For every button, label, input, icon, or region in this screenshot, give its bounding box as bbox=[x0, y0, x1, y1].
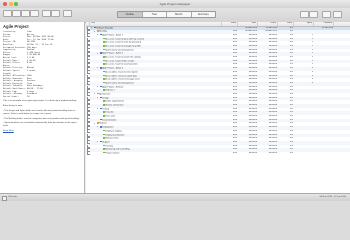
note-paragraph: A few things to note: bbox=[3, 105, 23, 108]
property-value: 14 bbox=[27, 95, 30, 98]
note-paragraph: This is an example of an agile style pro… bbox=[3, 100, 77, 103]
task-sprint bbox=[294, 152, 314, 156]
note-paragraph: - The Backlog field is used to categoriz… bbox=[3, 117, 80, 120]
task-start: 00:00:00 bbox=[248, 151, 257, 154]
task-title: Agile Project - Sprint 3 bbox=[102, 67, 123, 70]
unlink-button[interactable] bbox=[51, 10, 60, 17]
task-title-cell: Project Closure bbox=[90, 151, 222, 156]
tab-outline[interactable]: Outline bbox=[118, 11, 143, 17]
task-title: Monitoring and Controlling bbox=[105, 148, 130, 151]
project-properties: Created by: John Status: Active Starts: Mon, … bbox=[3, 31, 81, 98]
property-key: Sprint Count: bbox=[3, 95, 19, 98]
tab-tree[interactable]: Tree bbox=[143, 11, 167, 17]
task-outline: Title Effort Start Finish Done Sprint De… bbox=[86, 22, 350, 193]
date-range: 04 Nov 2013 - 13 Jun 2014 bbox=[319, 196, 346, 199]
tab-month[interactable]: Month bbox=[167, 11, 192, 17]
task-count: 166 tasks bbox=[8, 196, 18, 199]
print-button[interactable] bbox=[333, 10, 342, 18]
toolbar: Outline Tree Month Summary bbox=[0, 8, 350, 23]
task-title: Documentation bbox=[102, 119, 117, 122]
task-title: Architecture bbox=[99, 93, 111, 96]
task-title: Release notes bbox=[105, 137, 119, 140]
outline-rows: ▾ Software Example 04 Nov 2013 13 Jun 2014 0… bbox=[86, 26, 350, 156]
task-finish: 00:00:00 bbox=[268, 151, 277, 154]
task-effort: 0.00 bbox=[232, 151, 237, 154]
task-title: Sprint review and retrospective bbox=[105, 49, 134, 52]
outdent-button[interactable] bbox=[30, 10, 39, 17]
property-row: Sprint Count: 14 bbox=[3, 96, 81, 99]
task-deadline bbox=[314, 152, 334, 156]
task-title: Deployment bbox=[102, 126, 114, 129]
view-switcher: Outline Tree Month Summary bbox=[117, 10, 216, 18]
task-title: Define requirements bbox=[105, 100, 125, 103]
task-row[interactable]: Project Closure 0.00 00:00:00 00:00:00 0% bbox=[86, 151, 350, 156]
task-title: Training bbox=[105, 144, 113, 147]
column-header-effort[interactable]: Effort bbox=[222, 22, 238, 26]
link-button[interactable] bbox=[42, 10, 51, 17]
task-title: Agile Project - Sprint 1 bbox=[102, 34, 123, 37]
task-title: Release bbox=[99, 122, 107, 125]
zoom-in-button[interactable] bbox=[300, 10, 309, 18]
task-title: As a user, I want to search the catalog bbox=[105, 56, 141, 59]
note-paragraph: - Sprint durations are calculated automa… bbox=[3, 122, 77, 128]
indent-button[interactable] bbox=[21, 10, 30, 17]
read-more-link[interactable]: Read More bbox=[3, 130, 81, 132]
column-header-finish[interactable]: Finish bbox=[258, 22, 278, 26]
app-window: Agile Project.taskpaper Outline Tree Mon… bbox=[0, 0, 350, 201]
task-title: Test cases bbox=[105, 115, 116, 118]
task-title: As a user, I want to reset my password bbox=[105, 41, 141, 44]
task-title: Software Example bbox=[96, 26, 114, 29]
add-button[interactable] bbox=[2, 195, 7, 201]
task-title: Deploy to production bbox=[105, 133, 125, 136]
tab-summary[interactable]: Summary bbox=[192, 12, 216, 17]
column-header-title[interactable]: Title bbox=[90, 22, 222, 26]
task-title: Agile Project - Release bbox=[102, 85, 124, 88]
status-bar: 166 tasks 04 Nov 2013 - 13 Jun 2014 bbox=[0, 193, 350, 201]
column-header-done[interactable]: Done bbox=[278, 22, 294, 26]
zoom-out-button[interactable] bbox=[309, 10, 318, 18]
task-title: Design bbox=[102, 96, 109, 99]
task-title: Backlog bbox=[99, 30, 107, 33]
share-button[interactable] bbox=[322, 10, 331, 18]
task-title: Project Closure bbox=[105, 152, 120, 155]
task-title: Test plan bbox=[105, 111, 114, 114]
task-title: As an admin, I want to manage users bbox=[105, 78, 140, 81]
column-header-deadline[interactable]: Deadline bbox=[314, 22, 334, 26]
task-done: 0% bbox=[289, 151, 293, 154]
note-paragraph: - The Scope and Sprint fields are used t… bbox=[3, 110, 76, 115]
task-title: Sprint review and retrospective bbox=[105, 82, 134, 85]
task-title: Support bbox=[102, 141, 110, 144]
task-title: Testing bbox=[102, 108, 109, 111]
task-title: As a user, I want to save favourites bbox=[105, 63, 138, 66]
task-title: Agile Project - Sprint 2 bbox=[102, 52, 123, 55]
add-task-button[interactable] bbox=[3, 10, 12, 17]
add-subtask-button[interactable] bbox=[12, 10, 21, 17]
task-title: As a user, I want to filter results bbox=[105, 60, 135, 63]
column-header-start[interactable]: Start bbox=[238, 22, 258, 26]
task-title: Deploy to staging bbox=[105, 130, 122, 133]
project-notes: This is an example of an agile style pro… bbox=[3, 100, 81, 128]
window-title: Agile Project.taskpaper bbox=[159, 2, 191, 6]
column-header-sprint[interactable]: Sprint bbox=[294, 22, 314, 26]
project-info-panel: Agile Project Created by: John Status: Acti… bbox=[0, 22, 85, 193]
project-title: Agile Project bbox=[3, 24, 29, 29]
task-title: Review architecture bbox=[105, 104, 124, 107]
task-title: Release 1 bbox=[105, 89, 115, 92]
inspector-button[interactable] bbox=[63, 10, 72, 17]
task-title: As a user, I want to manage my profile bbox=[105, 45, 141, 48]
task-title: As an admin, I want to view reports bbox=[105, 71, 138, 74]
task-title: As an admin, I want to export data bbox=[105, 74, 137, 77]
task-title: As a user, I want to log in with my acco… bbox=[105, 37, 144, 40]
